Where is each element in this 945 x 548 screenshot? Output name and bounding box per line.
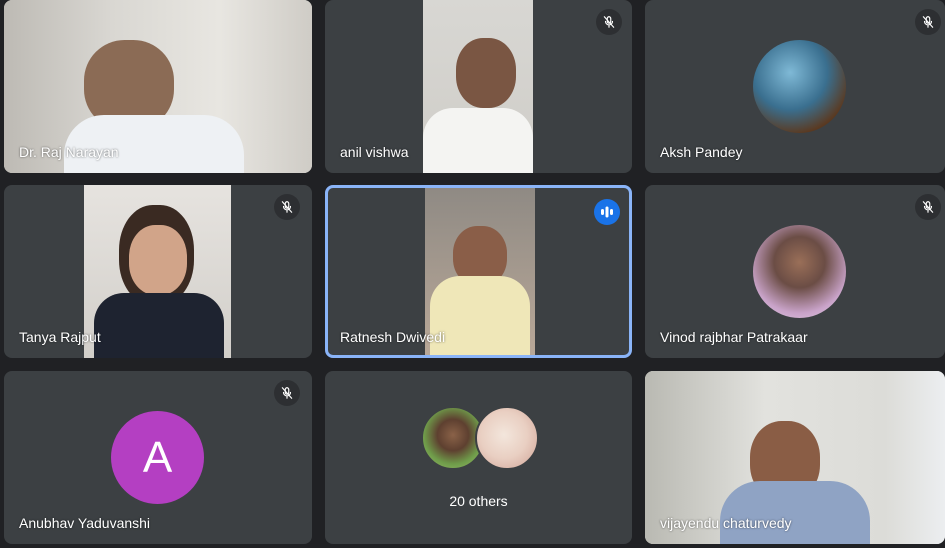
other-participant-avatar <box>475 406 539 470</box>
participant-name: Dr. Raj Narayan <box>19 144 119 160</box>
others-count-label: 20 others <box>449 493 508 509</box>
participant-name: Aksh Pandey <box>660 144 743 160</box>
participant-video-figure <box>720 481 870 544</box>
participant-tile-vinod-rajbhar[interactable]: Vinod rajbhar Patrakaar <box>645 185 945 358</box>
mic-muted-icon <box>274 194 300 220</box>
others-tile[interactable]: 20 others <box>325 371 632 544</box>
participant-tile-tanya-rajput[interactable]: Tanya Rajput <box>4 185 312 358</box>
participant-name: Tanya Rajput <box>19 329 101 345</box>
participant-video-figure <box>423 108 533 173</box>
mic-muted-icon <box>915 9 941 35</box>
participant-video-figure <box>430 276 530 355</box>
mic-muted-icon <box>915 194 941 220</box>
speaking-indicator-icon <box>594 199 620 225</box>
participant-tile-ratnesh-dwivedi[interactable]: Ratnesh Dwivedi <box>325 185 632 358</box>
participant-name: vijayendu chaturvedy <box>660 515 792 531</box>
participant-video-figure <box>456 38 516 108</box>
participant-tile-vijayendu-chaturvedy[interactable]: vijayendu chaturvedy <box>645 371 945 544</box>
participant-tile-anubhav-yaduvanshi[interactable]: A Anubhav Yaduvanshi <box>4 371 312 544</box>
participant-video-figure <box>94 293 224 358</box>
participant-initial-avatar: A <box>111 411 204 504</box>
mic-muted-icon <box>274 380 300 406</box>
participant-tile-raj-narayan[interactable]: Dr. Raj Narayan <box>4 0 312 173</box>
participant-avatar <box>753 225 846 318</box>
participant-video <box>423 0 533 173</box>
participant-name: Ratnesh Dwivedi <box>340 329 446 345</box>
mic-muted-icon <box>596 9 622 35</box>
participant-video <box>84 185 231 358</box>
participant-name: anil vishwa <box>340 144 409 160</box>
participant-tile-aksh-pandey[interactable]: Aksh Pandey <box>645 0 945 173</box>
participant-avatar <box>753 40 846 133</box>
participant-name: Anubhav Yaduvanshi <box>19 515 151 531</box>
participant-name: Vinod rajbhar Patrakaar <box>660 329 808 345</box>
participant-video-figure <box>129 225 187 295</box>
participant-tile-anil-vishwa[interactable]: anil vishwa <box>325 0 632 173</box>
